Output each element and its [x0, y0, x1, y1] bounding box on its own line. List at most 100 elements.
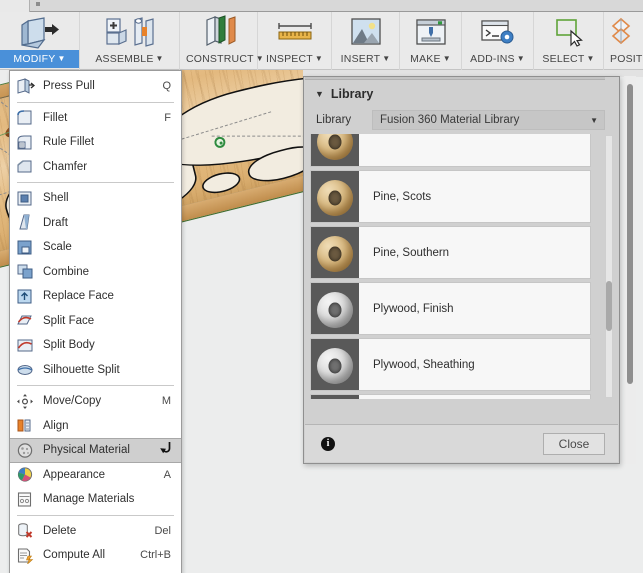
list-item[interactable]: Plywood, Sheathing	[310, 338, 591, 391]
menu-item-fillet[interactable]: Fillet F	[10, 106, 181, 131]
menu-label: Draft	[43, 216, 68, 229]
scrollbar-thumb[interactable]	[627, 84, 633, 384]
menu-item-delete[interactable]: Delete Del	[10, 519, 181, 544]
ribbon-group-make[interactable]: MAKE ▼	[400, 12, 462, 70]
menu-label: Replace Face	[43, 290, 114, 303]
menu-item-align[interactable]: Align	[10, 414, 181, 439]
chevron-down-icon: ▼	[382, 54, 391, 63]
ribbon-text-construct: CONSTRUCT	[186, 53, 254, 65]
ribbon-label-make[interactable]: MAKE ▼	[400, 50, 461, 68]
ribbon-text-position: POSIT	[610, 53, 643, 65]
menu-label: Press Pull	[43, 80, 95, 93]
menu-label: Move/Copy	[43, 395, 102, 408]
material-name: Pine, Southern	[373, 246, 450, 259]
menu-item-compute-all[interactable]: Compute All Ctrl+B	[10, 543, 181, 568]
physical-material-icon	[16, 442, 36, 459]
menu-separator	[17, 182, 174, 183]
modify-dropdown-menu: Press Pull Q Fillet F Rule Fillet Chamfe…	[9, 70, 182, 573]
scrollbar-thumb[interactable]	[606, 281, 612, 331]
material-name	[359, 134, 590, 166]
list-item[interactable]: Plywood, Finish	[310, 282, 591, 335]
menu-item-combine[interactable]: Combine	[10, 260, 181, 285]
info-icon[interactable]: i	[321, 436, 335, 451]
compute-all-icon	[16, 547, 36, 564]
material-thumbnail	[311, 134, 359, 166]
ribbon-label-inspect[interactable]: INSPECT ▼	[258, 50, 331, 68]
menu-item-move-copy[interactable]: Move/Copy M	[10, 389, 181, 414]
ribbon-label-position[interactable]: POSIT	[604, 50, 643, 68]
ribbon-text-modify: MODIFY	[13, 53, 56, 65]
ribbon-group-select[interactable]: SELECT ▼	[534, 12, 604, 70]
menu-item-rule-fillet[interactable]: Rule Fillet	[10, 130, 181, 155]
panel-top-line	[305, 77, 605, 80]
list-item[interactable]: Pine, Southern	[310, 226, 591, 279]
ribbon-group-modify[interactable]: MODIFY ▼	[0, 12, 80, 70]
align-icon	[16, 417, 36, 434]
silhouette-split-icon	[16, 361, 36, 378]
panel-footer: i Close	[305, 424, 618, 462]
material-name: Plywood, Finish	[373, 302, 454, 315]
menu-label: Rule Fillet	[43, 136, 95, 149]
material-list-scrollbar[interactable]	[605, 135, 613, 398]
ribbon-group-assemble[interactable]: ASSEMBLE ▼	[80, 12, 180, 70]
tab-stub[interactable]	[0, 0, 30, 12]
menu-item-split-body[interactable]: Split Body	[10, 333, 181, 358]
ribbon-group-inspect[interactable]: INSPECT ▼	[258, 12, 332, 70]
material-name: Plywood, Sheathing	[373, 358, 475, 371]
menu-label: Delete	[43, 524, 77, 537]
ribbon-group-construct[interactable]: CONSTRUCT ▼	[180, 12, 264, 70]
menu-item-change-parameters[interactable]: Σ Change Parameters	[10, 568, 181, 573]
list-item[interactable]: Pine, Scots	[310, 170, 591, 223]
menu-item-appearance[interactable]: Appearance A	[10, 463, 181, 488]
menu-item-physical-material[interactable]: Physical Material	[10, 438, 181, 463]
panel-outer-scrollbar[interactable]	[624, 76, 636, 464]
shell-icon	[16, 190, 36, 207]
rule-fillet-icon	[16, 134, 36, 151]
menu-item-silhouette-split[interactable]: Silhouette Split	[10, 358, 181, 383]
collapse-triangle-icon[interactable]: ▼	[315, 89, 324, 99]
menu-item-chamfer[interactable]: Chamfer	[10, 155, 181, 180]
ribbon-group-position[interactable]: POSIT	[604, 12, 643, 70]
menu-item-scale[interactable]: Scale	[10, 235, 181, 260]
library-section-header[interactable]: ▼ Library	[304, 81, 619, 107]
ribbon-label-select[interactable]: SELECT ▼	[534, 50, 603, 68]
menu-item-replace-face[interactable]: Replace Face	[10, 284, 181, 309]
position-icon	[607, 12, 641, 50]
list-item[interactable]: Poplar	[310, 394, 591, 399]
select-arrow-icon	[547, 12, 591, 50]
material-thumbnail	[311, 227, 359, 278]
menu-item-shell[interactable]: Shell	[10, 186, 181, 211]
chevron-down-icon: ▼	[442, 54, 451, 63]
ribbon-label-addins[interactable]: ADD-INS ▼	[462, 50, 533, 68]
menu-label: Silhouette Split	[43, 363, 120, 376]
ribbon-label-assemble[interactable]: ASSEMBLE ▼	[80, 50, 179, 68]
menu-shortcut: M	[161, 395, 171, 408]
material-list-viewport[interactable]: Pine, Scots Pine, Southern Plywood, Fini…	[310, 134, 609, 399]
ribbon-label-insert[interactable]: INSERT ▼	[332, 50, 399, 68]
menu-label: Appearance	[43, 468, 106, 481]
chevron-down-icon: ▼	[155, 54, 164, 63]
menu-item-press-pull[interactable]: Press Pull Q	[10, 74, 181, 99]
script-gear-icon	[476, 12, 520, 50]
menu-shortcut: F	[164, 111, 171, 124]
material-library-panel: ▼ Library Library Fusion 360 Material Li…	[303, 76, 620, 464]
menu-item-draft[interactable]: Draft	[10, 211, 181, 236]
menu-item-split-face[interactable]: Split Face	[10, 309, 181, 334]
close-button[interactable]: Close	[543, 432, 605, 455]
material-name: Poplar	[359, 395, 590, 399]
menu-item-manage-materials[interactable]: Manage Materials	[10, 487, 181, 512]
ribbon-text-addins: ADD-INS	[470, 53, 515, 65]
menu-separator	[17, 101, 174, 103]
menu-shortcut: Ctrl+B	[140, 549, 171, 562]
ribbon-group-addins[interactable]: ADD-INS ▼	[462, 12, 534, 70]
list-item[interactable]	[310, 134, 591, 167]
ribbon-label-modify[interactable]: MODIFY ▼	[0, 50, 79, 68]
library-dropdown[interactable]: Fusion 360 Material Library ▼	[372, 110, 605, 130]
ribbon-label-construct[interactable]: CONSTRUCT ▼	[180, 50, 264, 68]
assemble-icon	[102, 12, 158, 50]
ribbon-group-insert[interactable]: INSERT ▼	[332, 12, 400, 70]
material-thumbnail	[311, 171, 359, 222]
ribbon-text-make: MAKE	[410, 53, 441, 65]
menu-label: Split Face	[43, 314, 95, 327]
split-face-icon	[16, 312, 36, 329]
